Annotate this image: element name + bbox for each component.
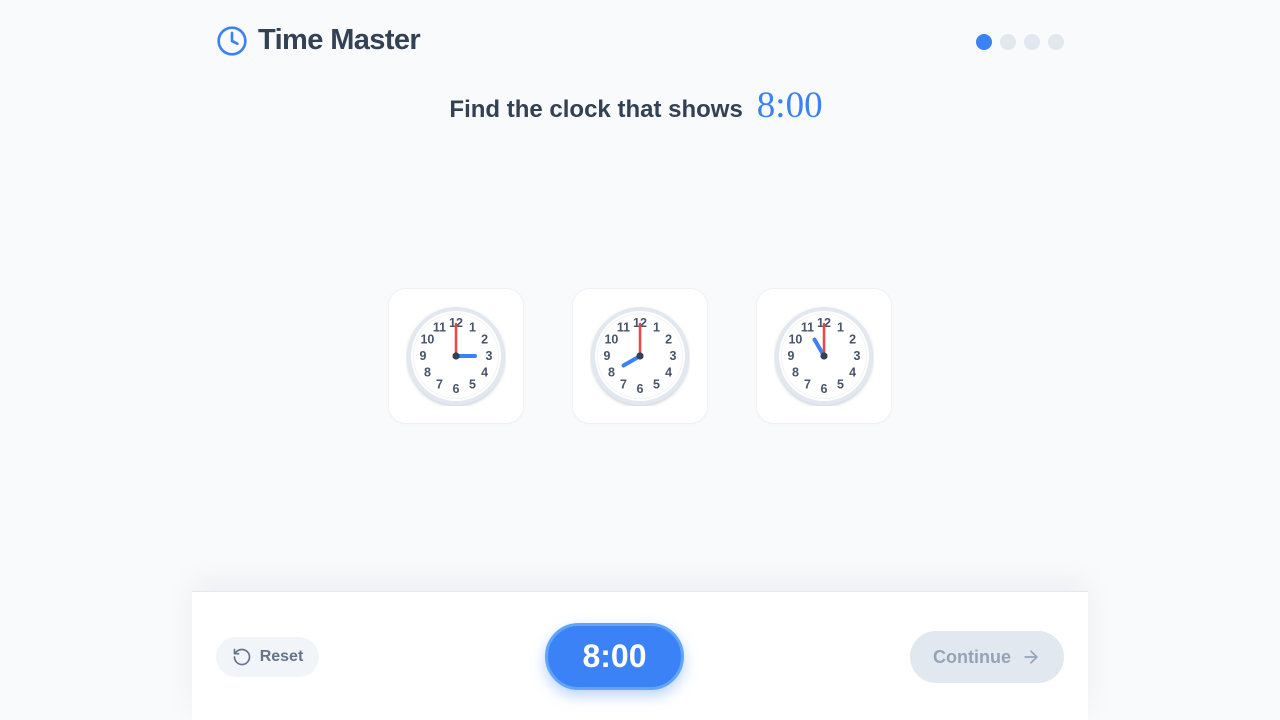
clock-number: 11: [801, 320, 814, 334]
analog-clock: 1234567891011 12: [591, 307, 689, 405]
clock-number: 2: [481, 333, 488, 347]
clock-number: 6: [453, 382, 460, 396]
clock-number: 9: [420, 349, 427, 363]
clock-number: 3: [854, 349, 861, 363]
clock-number: 3: [670, 349, 677, 363]
clock-option-card[interactable]: 1 2 3 4 5 6 7 8 9 10 11 12: [388, 288, 524, 424]
prompt-text: Find the clock that shows: [449, 96, 743, 123]
clock-number: 1: [469, 320, 476, 334]
clock-number: 4: [849, 366, 856, 380]
selected-time-display: 8:00: [545, 623, 684, 690]
clock-number: 9: [788, 349, 795, 363]
clock-number: 6: [637, 382, 644, 396]
clock-number: 10: [420, 333, 434, 347]
clock-number: 1: [837, 320, 844, 334]
brand: Time Master: [216, 24, 421, 57]
clock-number: 5: [837, 378, 844, 392]
clock-number: 5: [469, 378, 476, 392]
clock-number: 9: [604, 349, 611, 363]
clock-number: 2: [665, 333, 672, 347]
clock-number: 8: [792, 366, 799, 380]
reset-button[interactable]: Reset: [216, 637, 319, 677]
clock-number: 6: [821, 382, 828, 396]
clock-number: 7: [436, 378, 443, 392]
target-time: 8:00: [756, 85, 823, 126]
app: Time Master Find the clock that shows 8:…: [0, 0, 1280, 720]
clock-options: 1 2 3 4 5 6 7 8 9 10 11 12 1 2 3 4 5 6 7 8 9 10 11 12 1 2 3 4 5 6 7 8 9 1…: [388, 288, 892, 424]
reset-label: Reset: [259, 648, 304, 665]
clock-number: 8: [608, 366, 615, 380]
clock-number: 10: [604, 333, 618, 347]
question-prompt: Find the clock that shows 8:00: [0, 84, 1272, 127]
continue-button[interactable]: Continue: [910, 631, 1064, 683]
answer-panel: Reset 8:00 Continue: [192, 591, 1088, 720]
clock-number: 1: [653, 320, 660, 334]
progress-dot: [1048, 34, 1064, 50]
app-title: Time Master: [258, 24, 421, 56]
center-pin: [452, 352, 460, 360]
clock-number: 7: [620, 378, 627, 392]
analog-clock: 1234567891011 12: [775, 307, 873, 405]
clock-icon: [217, 25, 247, 56]
clock-number: 11: [433, 320, 446, 334]
progress-dot: [976, 34, 992, 50]
clock-number: 11: [617, 320, 630, 334]
clock-number: 7: [804, 378, 811, 392]
clock-number: 2: [849, 333, 856, 347]
clock-number: 8: [424, 366, 431, 380]
progress-dot: [1000, 34, 1016, 50]
clock-number: 4: [481, 366, 488, 380]
clock-option-card[interactable]: 1 2 3 4 5 6 7 8 9 10 11 12: [572, 288, 708, 424]
rotate-ccw-icon: [233, 648, 250, 666]
clock-option-card[interactable]: 1 2 3 4 5 6 7 8 9 10 11 12: [756, 288, 892, 424]
clock-number: 4: [665, 366, 672, 380]
progress-indicator: [976, 34, 1064, 50]
center-pin: [820, 352, 828, 360]
center-pin: [636, 352, 644, 360]
progress-dot: [1024, 34, 1040, 50]
arrow-right-icon: [1024, 650, 1038, 664]
clock-number: 3: [486, 349, 493, 363]
continue-label: Continue: [933, 646, 1011, 667]
clock-number: 10: [788, 333, 802, 347]
analog-clock: 1234567891011 12: [407, 307, 505, 405]
clock-number: 5: [653, 378, 660, 392]
